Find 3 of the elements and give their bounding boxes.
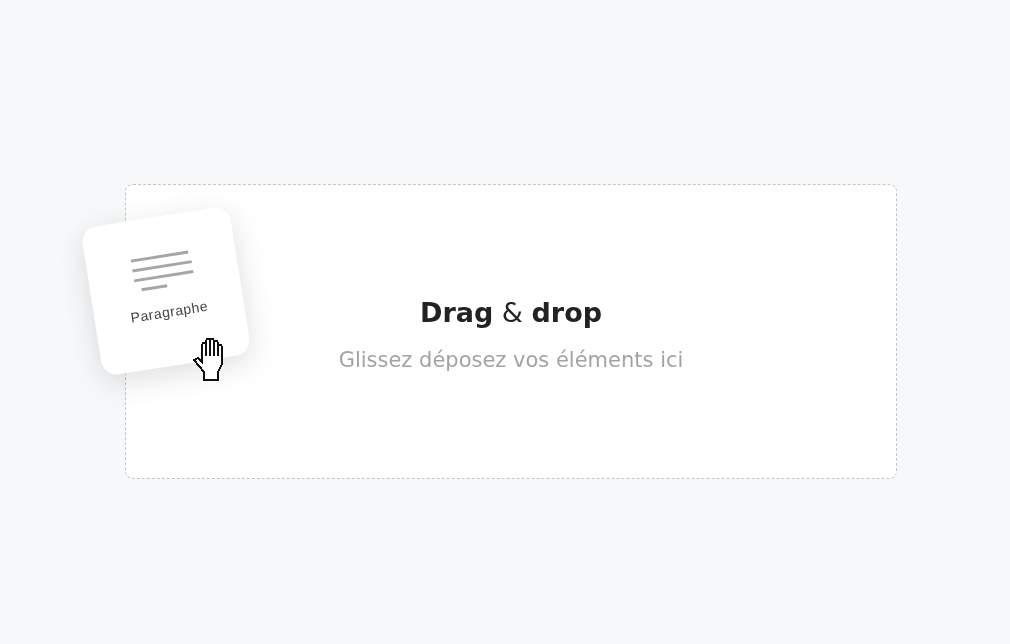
- drop-zone-hint: Glissez déposez vos éléments ici: [338, 348, 684, 372]
- drop-zone-title: Drag & drop: [419, 297, 602, 328]
- card-label: Paragraphe: [129, 297, 210, 326]
